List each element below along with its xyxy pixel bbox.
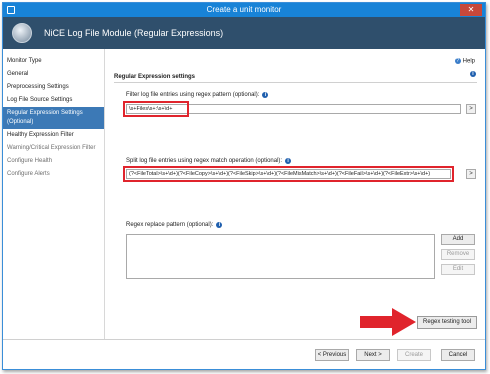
edit-button: Edit: [441, 264, 475, 275]
sidebar-item-configure-health: Configure Health: [7, 158, 53, 164]
split-label: Split log file entries using regex match…: [126, 158, 292, 164]
help-icon: ?: [454, 58, 461, 64]
red-arrow-shape: [360, 308, 416, 336]
wizard-logo-icon: [12, 23, 32, 43]
help-link[interactable]: ? Help: [454, 58, 475, 65]
create-button: Create: [397, 349, 431, 361]
split-label-text: Split log file entries using regex match…: [126, 158, 283, 164]
wizard-header: NiCE Log File Module (Regular Expression…: [3, 17, 485, 49]
main-content: ? Help i Regular Expression settings Filt…: [106, 49, 485, 339]
info-icon[interactable]: i: [470, 71, 476, 77]
create-unit-monitor-window: Create a unit monitor ✕ NiCE Log File Mo…: [2, 2, 486, 370]
wizard-footer: < Previous Next > Create Cancel: [3, 339, 485, 369]
section-divider: [114, 82, 477, 83]
module-title: NiCE Log File Module (Regular Expression…: [44, 28, 224, 38]
regex-replace-list[interactable]: [126, 234, 435, 279]
regex-testing-tool-button[interactable]: Regex testing tool: [417, 316, 477, 329]
sidebar-item-monitor-type[interactable]: Monitor Type: [3, 55, 104, 68]
section-title: Regular Expression settings: [114, 74, 196, 80]
filter-highlight-box: [123, 101, 189, 117]
filter-label: Filter log file entries using regex patt…: [126, 92, 269, 98]
sidebar-item-healthy-expression-filter[interactable]: Healthy Expression Filter: [3, 129, 104, 142]
filter-expand-button[interactable]: >: [466, 104, 476, 114]
sidebar-item-general[interactable]: General: [3, 68, 104, 81]
info-icon[interactable]: i: [262, 92, 269, 98]
sidebar-item-log-file-source-settings[interactable]: Log File Source Settings: [3, 94, 104, 107]
add-button[interactable]: Add: [441, 234, 475, 245]
split-expand-button[interactable]: >: [466, 169, 476, 179]
remove-button: Remove: [441, 249, 475, 260]
replace-label-text: Regex replace pattern (optional):: [126, 222, 214, 228]
info-icon[interactable]: i: [216, 222, 223, 228]
previous-button[interactable]: < Previous: [315, 349, 349, 361]
help-label: Help: [462, 58, 475, 65]
window-title: Create a unit monitor: [206, 5, 282, 14]
next-button[interactable]: Next >: [356, 349, 390, 361]
sidebar-item-warning-critical-expression-filter: Warning/Critical Expression Filter: [7, 145, 96, 151]
cancel-button[interactable]: Cancel: [441, 349, 475, 361]
wizard-sidebar: Monitor Type General Preprocessing Setti…: [3, 49, 105, 339]
info-icon[interactable]: i: [285, 158, 292, 164]
replace-label: Regex replace pattern (optional): i: [126, 222, 223, 228]
sidebar-item-regular-expression-settings[interactable]: Regular Expression Settings (Optional): [3, 107, 104, 129]
title-bar: Create a unit monitor ✕: [3, 3, 485, 17]
sidebar-item-preprocessing-settings[interactable]: Preprocessing Settings: [3, 81, 104, 94]
split-highlight-box: [123, 166, 454, 182]
close-button[interactable]: ✕: [460, 4, 482, 16]
filter-label-text: Filter log file entries using regex patt…: [126, 92, 260, 98]
sidebar-item-configure-alerts: Configure Alerts: [7, 171, 50, 177]
red-arrow-annotation: [360, 308, 416, 336]
